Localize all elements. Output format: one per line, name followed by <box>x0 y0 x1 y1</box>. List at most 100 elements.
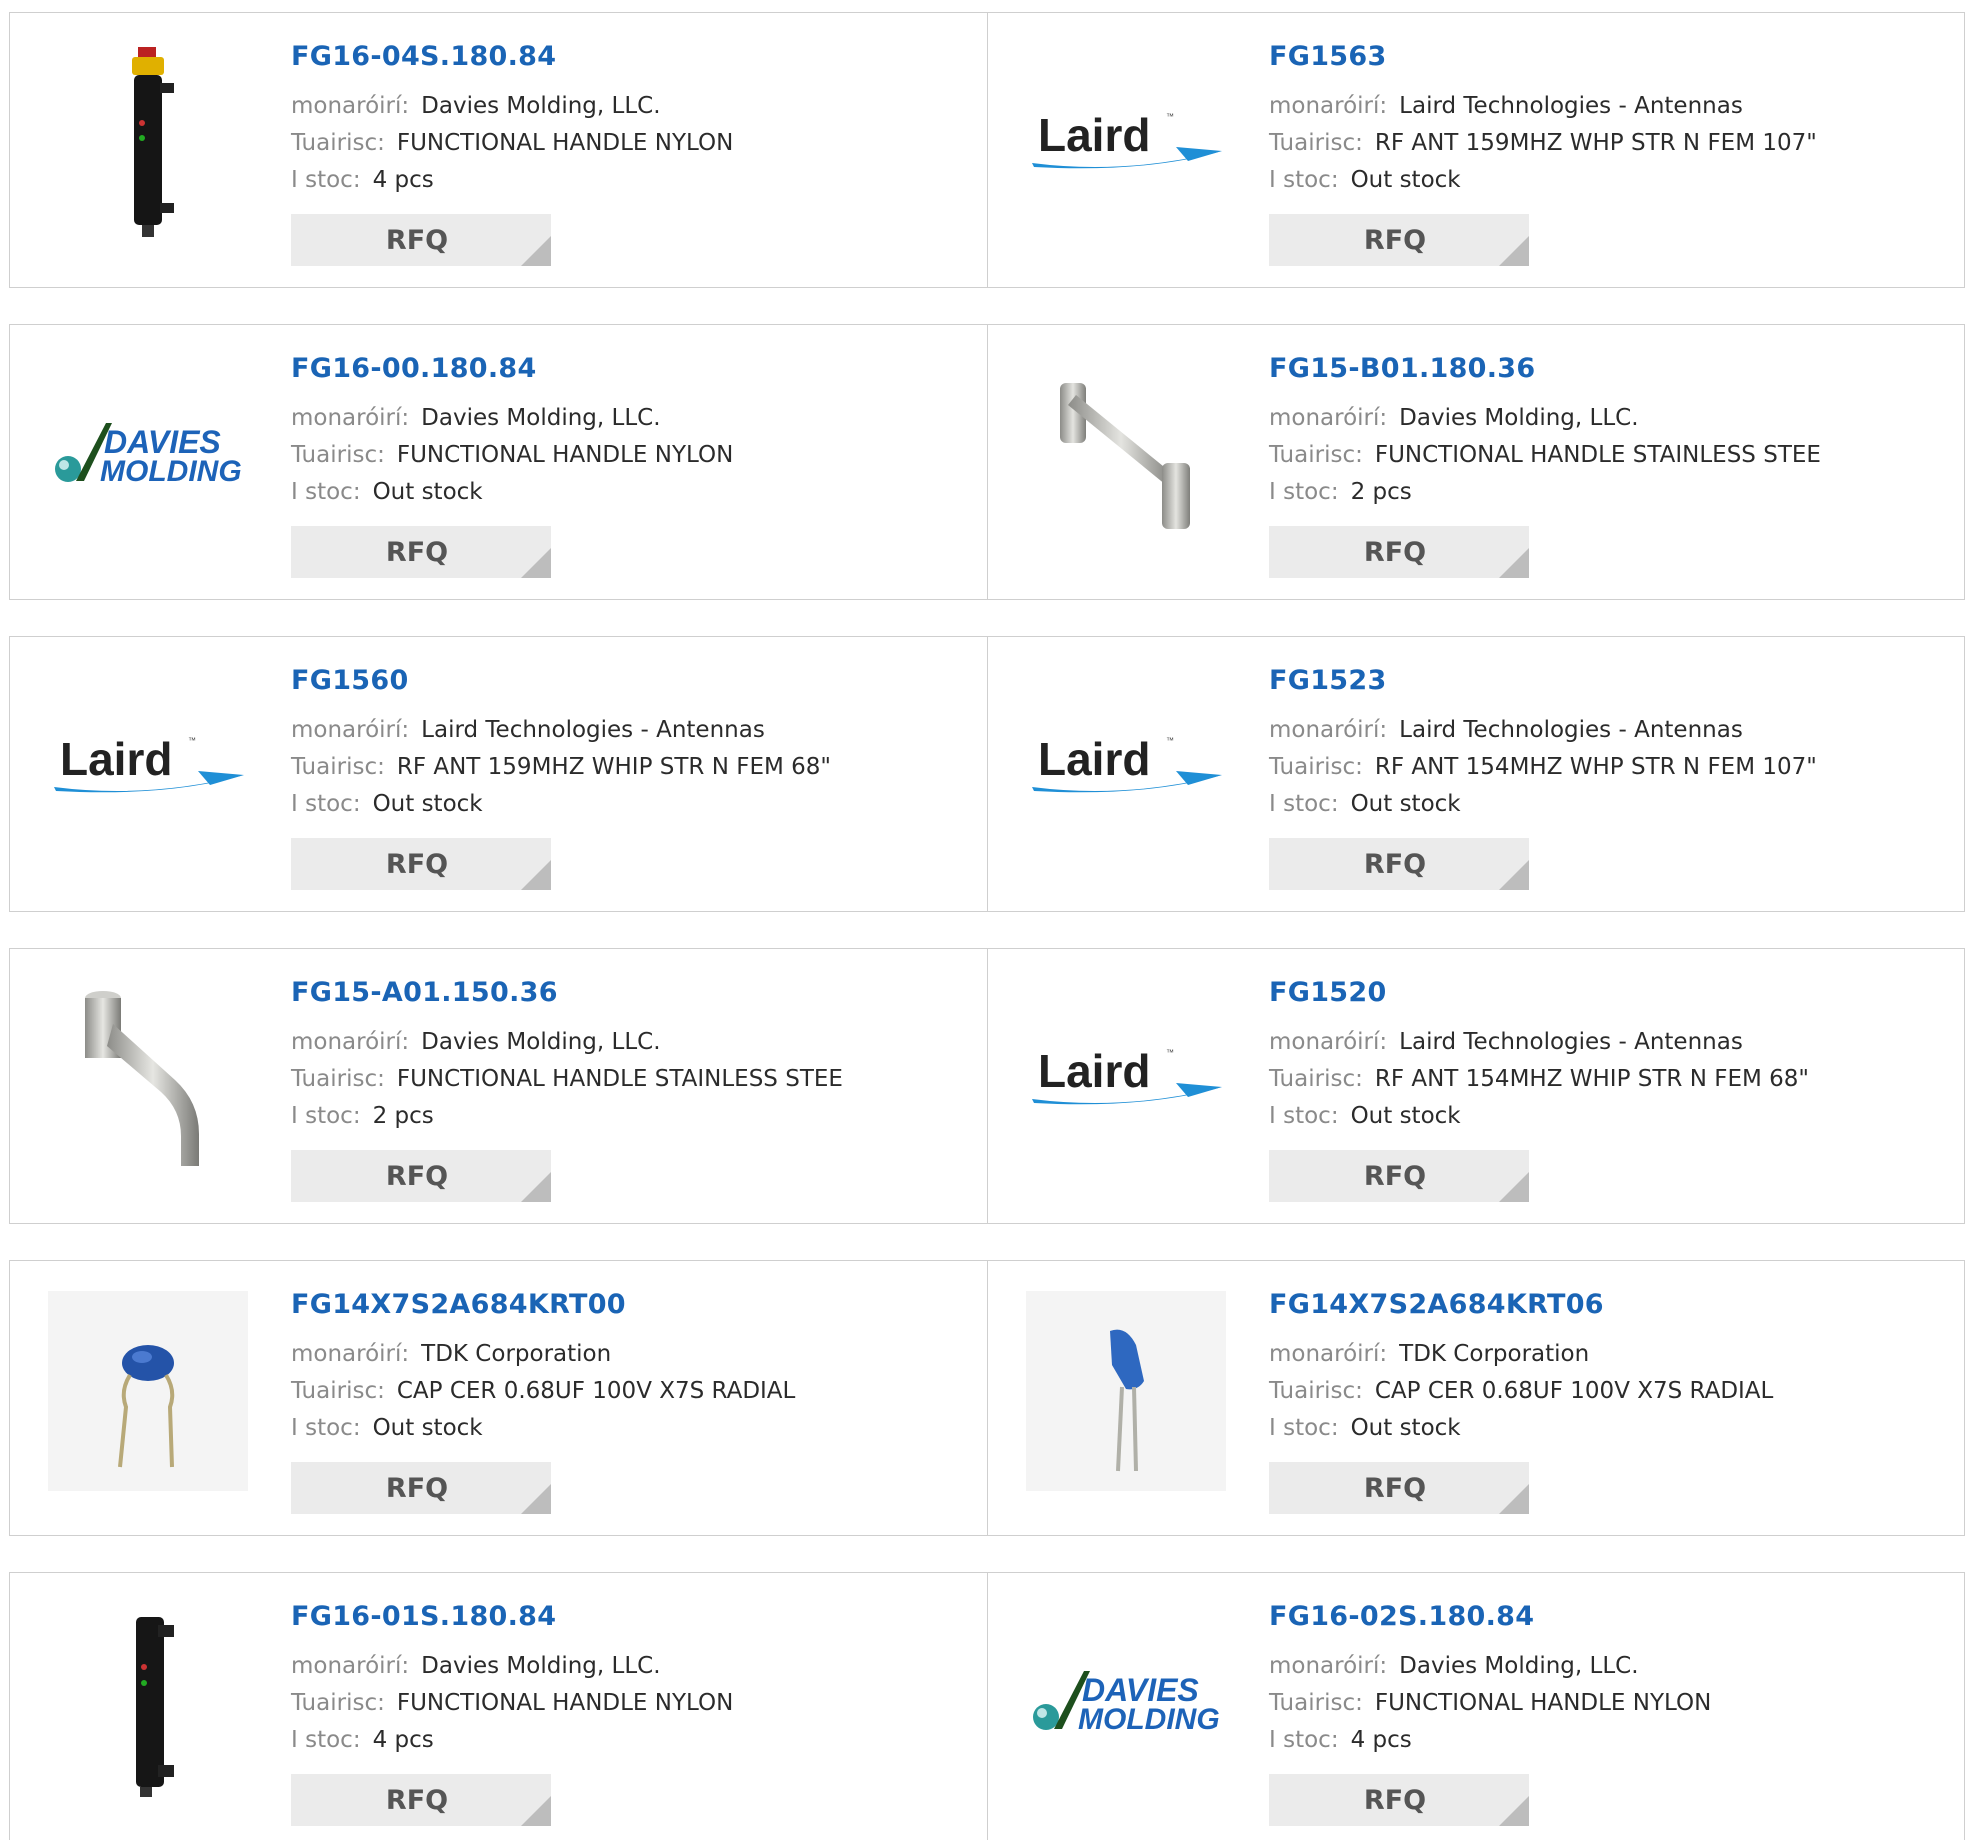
description-value: FUNCTIONAL HANDLE STAINLESS STEE <box>396 1066 843 1092</box>
product-thumbnail[interactable]: DAVIES MOLDING <box>1026 1603 1226 1803</box>
manufacturer-line: monaróirí: Davies Molding, LLC. <box>291 403 661 433</box>
description-label: Tuairisc: <box>291 754 385 780</box>
stock-value: Out stock <box>1350 167 1461 193</box>
description-value: CAP CER 0.68UF 100V X7S RADIAL <box>1374 1378 1774 1404</box>
stock-label: I stoc: <box>291 479 361 505</box>
manufacturer-value[interactable]: Davies Molding, LLC. <box>421 1653 660 1679</box>
nylon-handle-icon <box>136 1617 174 1797</box>
stock-label: I stoc: <box>291 1415 361 1441</box>
product-thumbnail[interactable]: Laird ™ <box>1026 667 1226 867</box>
product-thumbnail[interactable]: DAVIES MOLDING <box>48 355 248 555</box>
svg-text:Laird: Laird <box>1038 733 1150 785</box>
rfq-button[interactable]: RFQ <box>291 214 551 266</box>
stock-line: I stoc: 4 pcs <box>291 165 434 195</box>
part-number-link[interactable]: FG14X7S2A684KRT00 <box>291 1289 626 1320</box>
description-label: Tuairisc: <box>291 130 385 156</box>
product-thumbnail[interactable] <box>1026 1291 1226 1491</box>
manufacturer-value[interactable]: Laird Technologies - Antennas <box>421 717 765 743</box>
product-card: FG15-A01.150.36 monaróirí: Davies Molding… <box>10 949 987 1223</box>
product-thumbnail[interactable] <box>48 979 248 1179</box>
part-number-link[interactable]: FG1523 <box>1269 665 1387 696</box>
rfq-button-label: RFQ <box>1363 1160 1427 1192</box>
product-row: FG16-01S.180.84 monaróirí: Davies Molding… <box>9 1572 1965 1840</box>
manufacturer-value[interactable]: Laird Technologies - Antennas <box>1399 1029 1743 1055</box>
part-number-link[interactable]: FG14X7S2A684KRT06 <box>1269 1289 1604 1320</box>
corner-triangle-icon <box>1499 1484 1529 1514</box>
laird-logo: Laird ™ <box>1032 109 1222 169</box>
stock-line: I stoc: Out stock <box>291 789 483 819</box>
product-card: FG14X7S2A684KRT06 monaróirí: TDK Corporat… <box>988 1261 1965 1535</box>
stock-label: I stoc: <box>1269 1103 1339 1129</box>
part-number-link[interactable]: FG16-04S.180.84 <box>291 41 556 72</box>
rfq-button[interactable]: RFQ <box>1269 214 1529 266</box>
stock-label: I stoc: <box>1269 1727 1339 1753</box>
manufacturer-value[interactable]: TDK Corporation <box>1399 1341 1589 1367</box>
product-thumbnail[interactable] <box>48 1291 248 1491</box>
rfq-button[interactable]: RFQ <box>1269 1462 1529 1514</box>
stock-value: 4 pcs <box>372 167 434 193</box>
part-number-link[interactable]: FG15-B01.180.36 <box>1269 353 1535 384</box>
corner-triangle-icon <box>521 1484 551 1514</box>
manufacturer-value[interactable]: Davies Molding, LLC. <box>421 405 660 431</box>
corner-triangle-icon <box>521 236 551 266</box>
rfq-button-label: RFQ <box>385 536 449 568</box>
part-number-link[interactable]: FG15-A01.150.36 <box>291 977 558 1008</box>
manufacturer-label: monaróirí: <box>1269 405 1388 431</box>
part-number-link[interactable]: FG16-00.180.84 <box>291 353 537 384</box>
rfq-button-label: RFQ <box>1363 848 1427 880</box>
rfq-button[interactable]: RFQ <box>291 838 551 890</box>
product-card: Laird ™ FG1560 monaróirí: Laird Technolog… <box>10 637 987 911</box>
stock-label: I stoc: <box>1269 167 1339 193</box>
rfq-button[interactable]: RFQ <box>291 1774 551 1826</box>
ceramic-capacitor-side-icon <box>1026 1291 1226 1491</box>
svg-text:MOLDING: MOLDING <box>1078 1703 1220 1736</box>
stock-line: I stoc: 2 pcs <box>291 1101 434 1131</box>
rfq-button[interactable]: RFQ <box>291 1462 551 1514</box>
stock-line: I stoc: 4 pcs <box>291 1725 434 1755</box>
stock-line: I stoc: Out stock <box>291 1413 483 1443</box>
description-line: Tuairisc: FUNCTIONAL HANDLE NYLON <box>291 128 733 158</box>
manufacturer-line: monaróirí: Davies Molding, LLC. <box>291 1027 661 1057</box>
rfq-button[interactable]: RFQ <box>291 1150 551 1202</box>
manufacturer-line: monaróirí: Davies Molding, LLC. <box>291 1651 661 1681</box>
description-label: Tuairisc: <box>1269 442 1363 468</box>
manufacturer-line: monaróirí: Laird Technologies - Antennas <box>291 715 765 745</box>
manufacturer-label: monaróirí: <box>291 1029 410 1055</box>
part-number-link[interactable]: FG1563 <box>1269 41 1387 72</box>
manufacturer-value[interactable]: TDK Corporation <box>421 1341 611 1367</box>
product-thumbnail[interactable] <box>48 1603 248 1803</box>
description-label: Tuairisc: <box>291 1690 385 1716</box>
manufacturer-value[interactable]: Davies Molding, LLC. <box>1399 405 1638 431</box>
column-divider <box>987 1573 988 1840</box>
part-number-link[interactable]: FG16-02S.180.84 <box>1269 1601 1534 1632</box>
description-value: RF ANT 159MHZ WHIP STR N FEM 68" <box>396 754 831 780</box>
column-divider <box>987 13 988 287</box>
manufacturer-value[interactable]: Laird Technologies - Antennas <box>1399 717 1743 743</box>
svg-text:™: ™ <box>1166 1048 1174 1057</box>
description-label: Tuairisc: <box>291 442 385 468</box>
rfq-button[interactable]: RFQ <box>291 526 551 578</box>
description-line: Tuairisc: FUNCTIONAL HANDLE STAINLESS STE… <box>291 1064 843 1094</box>
manufacturer-line: monaróirí: Laird Technologies - Antennas <box>1269 715 1743 745</box>
product-row: FG16-04S.180.84 monaróirí: Davies Molding… <box>9 12 1965 288</box>
product-row: Laird ™ FG1560 monaróirí: Laird Technolog… <box>9 636 1965 912</box>
rfq-button[interactable]: RFQ <box>1269 838 1529 890</box>
product-card: FG14X7S2A684KRT00 monaróirí: TDK Corporat… <box>10 1261 987 1535</box>
manufacturer-value[interactable]: Davies Molding, LLC. <box>421 93 660 119</box>
product-thumbnail[interactable] <box>1026 355 1226 555</box>
rfq-button[interactable]: RFQ <box>1269 526 1529 578</box>
product-card: Laird ™ FG1520 monaróirí: Laird Technolog… <box>988 949 1965 1223</box>
part-number-link[interactable]: FG16-01S.180.84 <box>291 1601 556 1632</box>
manufacturer-value[interactable]: Davies Molding, LLC. <box>1399 1653 1638 1679</box>
product-thumbnail[interactable]: Laird ™ <box>1026 979 1226 1179</box>
rfq-button[interactable]: RFQ <box>1269 1774 1529 1826</box>
part-number-link[interactable]: FG1520 <box>1269 977 1387 1008</box>
rfq-button[interactable]: RFQ <box>1269 1150 1529 1202</box>
manufacturer-value[interactable]: Davies Molding, LLC. <box>421 1029 660 1055</box>
product-thumbnail[interactable]: Laird ™ <box>48 667 248 867</box>
product-thumbnail[interactable]: Laird ™ <box>1026 43 1226 243</box>
product-thumbnail[interactable] <box>48 43 248 243</box>
manufacturer-value[interactable]: Laird Technologies - Antennas <box>1399 93 1743 119</box>
part-number-link[interactable]: FG1560 <box>291 665 409 696</box>
stock-label: I stoc: <box>1269 1415 1339 1441</box>
